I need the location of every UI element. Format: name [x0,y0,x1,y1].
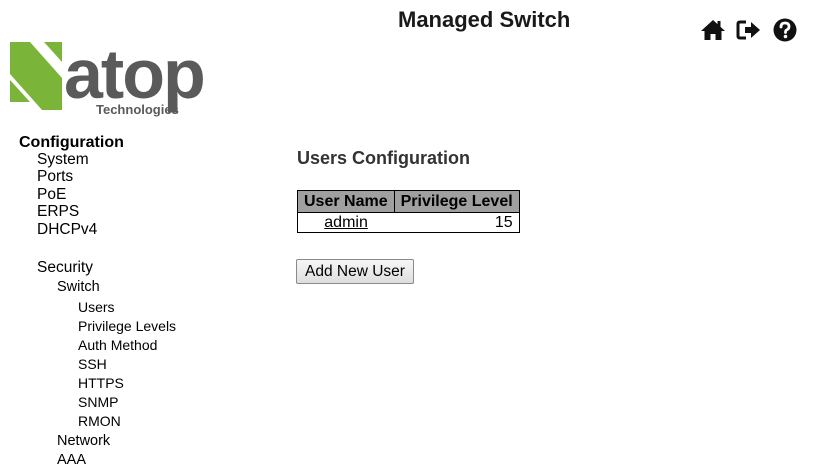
nav-ssh[interactable]: SSH [78,355,107,373]
logo-subtitle-text: Technologies [96,102,179,117]
column-header-user-name: User Name [297,190,395,213]
atop-logo: atop Technologies [4,26,254,122]
user-name-cell: admin [297,212,395,233]
nav-system[interactable]: System [37,151,89,169]
table-row: admin 15 [297,212,520,233]
help-icon[interactable] [772,17,798,43]
users-table: User Name Privilege Level admin 15 [297,190,520,233]
table-header-row: User Name Privilege Level [297,190,520,213]
home-icon[interactable] [700,17,726,43]
nav-aaa[interactable]: AAA [57,451,86,468]
nav-security-switch[interactable]: Switch [57,278,100,296]
logout-icon[interactable] [736,17,762,43]
nav-security[interactable]: Security [37,259,93,277]
nav-poe[interactable]: PoE [37,186,66,204]
privilege-level-cell: 15 [394,212,520,233]
nav-configuration[interactable]: Configuration [19,134,124,152]
nav-rmon[interactable]: RMON [78,412,121,430]
header-icon-bar [700,17,798,43]
nav-ports[interactable]: Ports [37,168,73,186]
app-title: Managed Switch [398,7,571,32]
nav-snmp[interactable]: SNMP [78,393,118,411]
page-title: Users Configuration [297,148,471,168]
nav-auth-method[interactable]: Auth Method [78,336,157,354]
column-header-privilege-level: Privilege Level [393,190,520,213]
user-link-admin[interactable]: admin [324,214,368,231]
nav-network[interactable]: Network [57,432,110,450]
nav-erps[interactable]: ERPS [37,203,79,221]
nav-https[interactable]: HTTPS [78,374,124,392]
nav-privilege-levels[interactable]: Privilege Levels [78,317,176,335]
add-new-user-button[interactable]: Add New User [296,259,414,284]
page: atop Technologies Managed Switch Configu… [0,0,823,468]
nav-dhcpv4[interactable]: DHCPv4 [37,221,97,239]
nav-users[interactable]: Users [78,298,115,316]
